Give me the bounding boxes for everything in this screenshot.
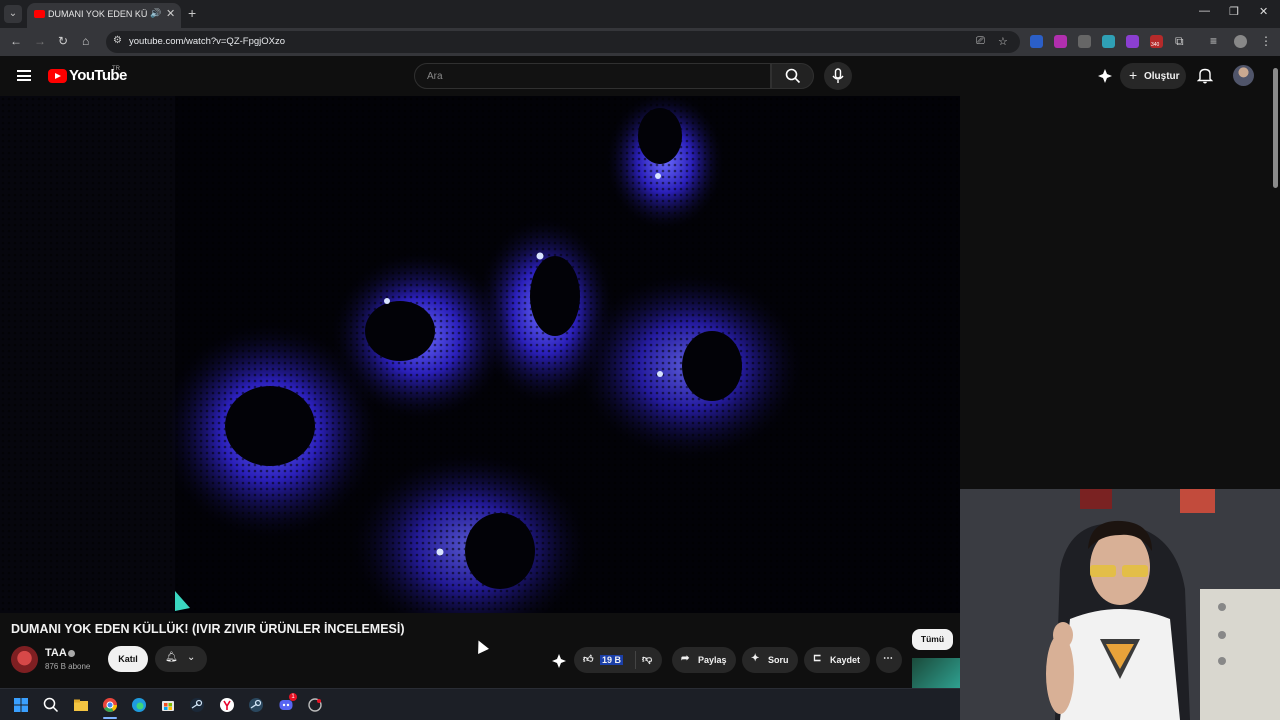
store-icon[interactable] <box>160 697 176 713</box>
like-divider <box>635 651 636 669</box>
extensions-puzzle-icon[interactable]: ⧉ <box>1175 34 1184 49</box>
webcam-image <box>960 489 1280 720</box>
create-label: Oluştur <box>1144 71 1180 82</box>
like-icon[interactable]: 👍︎ <box>583 653 593 665</box>
steam-icon-2[interactable] <box>248 697 264 713</box>
subscription-bell-button[interactable]: 🔔︎ ⌄ <box>155 646 207 672</box>
extension-4-icon[interactable] <box>1102 35 1115 48</box>
plus-icon: + <box>1129 67 1138 83</box>
channel-name[interactable]: TAA <box>45 647 67 659</box>
extension-badge: 340 <box>1151 42 1160 48</box>
yandex-icon[interactable] <box>219 697 235 713</box>
search-input[interactable]: Ara <box>414 63 771 89</box>
video-player[interactable] <box>0 96 960 613</box>
window-close-icon[interactable]: ✕ <box>1259 5 1268 18</box>
audio-playing-icon[interactable]: 🔊 <box>150 8 161 19</box>
steam-icon[interactable] <box>189 697 205 713</box>
forward-icon[interactable]: → <box>34 34 46 48</box>
scrollbar-thumb[interactable] <box>1273 68 1278 188</box>
sparkle-icon: ✦ <box>751 653 760 664</box>
save-label: Kaydet <box>830 655 861 665</box>
bell-icon: 🔔︎ <box>165 652 178 663</box>
like-dislike-group: 👍︎ 19 B 👎︎ <box>574 647 662 673</box>
share-label: Paylaş <box>698 655 727 665</box>
maximize-icon[interactable]: ❐ <box>1229 5 1239 18</box>
url-text: youtube.com/watch?v=QZ-FpgjOXzo <box>129 36 286 47</box>
search-placeholder: Ara <box>427 71 443 82</box>
country-code: TR <box>112 66 120 72</box>
extension-1-icon[interactable] <box>1030 35 1043 48</box>
verified-badge-icon <box>68 650 75 657</box>
ask-label: Soru <box>768 655 789 665</box>
chip-all[interactable]: Tümü <box>912 629 953 650</box>
chrome-active-indicator <box>103 717 117 719</box>
webcam-overlay <box>960 489 1280 720</box>
tab-search-button[interactable]: ⌄ <box>4 5 22 23</box>
youtube-logo-icon[interactable] <box>48 69 67 83</box>
address-bar[interactable]: ⚙ youtube.com/watch?v=QZ-FpgjOXzo ⎚ ☆ <box>106 31 1020 53</box>
gemini-ask-icon[interactable] <box>1097 68 1113 84</box>
edge-icon[interactable] <box>131 697 147 713</box>
discord-badge: 1 <box>289 693 297 701</box>
extension-6-icon[interactable]: 340 <box>1150 35 1163 48</box>
search-icon <box>785 68 801 84</box>
media-controls-icon[interactable]: ≡ <box>1210 34 1217 48</box>
install-app-icon[interactable]: ⎚ <box>976 35 985 48</box>
notifications-bell-icon[interactable] <box>1197 67 1213 84</box>
mouse-cursor <box>473 638 489 654</box>
video-frame <box>0 96 960 613</box>
like-count[interactable]: 19 B <box>600 655 624 665</box>
share-button[interactable]: ➦ Paylaş <box>672 647 736 673</box>
bookmark-icon: ⊏ <box>813 653 822 664</box>
tab-close-icon[interactable]: ✕ <box>166 7 175 20</box>
youtube-favicon-icon <box>34 10 45 18</box>
youtube-header: YouTube TR Ara + Oluştur <box>0 56 1270 96</box>
site-info-icon[interactable]: ⚙ <box>113 35 122 46</box>
account-avatar[interactable] <box>1233 65 1254 86</box>
gemini-ask-video-icon[interactable] <box>551 653 567 669</box>
reload-icon[interactable]: ↻ <box>58 34 68 48</box>
back-icon[interactable]: ← <box>10 34 22 48</box>
save-button[interactable]: ⊏ Kaydet <box>804 647 870 673</box>
ask-button[interactable]: ✦ Soru <box>742 647 798 673</box>
join-button[interactable]: Katıl <box>108 646 148 672</box>
windows-start-icon[interactable] <box>13 697 29 713</box>
browser-menu-icon[interactable]: ⋮ <box>1260 34 1272 48</box>
voice-search-button[interactable] <box>824 62 852 90</box>
video-title: DUMANI YOK EDEN KÜLLÜK! (IVIR ZIVIR ÜRÜN… <box>11 622 405 636</box>
extension-5-icon[interactable] <box>1126 35 1139 48</box>
hamburger-menu-icon[interactable] <box>17 70 31 81</box>
browser-toolbar: ← → ↻ ⌂ ⚙ youtube.com/watch?v=QZ-FpgjOXz… <box>0 28 1280 56</box>
create-button[interactable]: + Oluştur <box>1120 63 1186 89</box>
new-tab-button[interactable]: + <box>188 5 196 21</box>
more-actions-button[interactable]: ⋯ <box>876 647 902 673</box>
chevron-down-icon: ⌄ <box>187 652 196 663</box>
file-explorer-icon[interactable] <box>73 697 89 713</box>
extension-3-icon[interactable] <box>1078 35 1091 48</box>
browser-tab[interactable]: DUMANI YOK EDEN KÜLLÜK! (IVIR ZIVIR ÜRÜN… <box>27 3 181 28</box>
chrome-icon[interactable] <box>102 697 118 713</box>
tab-title: DUMANI YOK EDEN KÜLLÜK! (IVIR ZIVIR ÜRÜN… <box>48 9 148 19</box>
share-icon: ➦ <box>681 653 690 664</box>
profile-avatar-icon[interactable] <box>1234 35 1247 48</box>
subscriber-count: 876 B abone <box>45 662 91 671</box>
app-icon[interactable] <box>307 697 323 713</box>
home-icon[interactable]: ⌂ <box>82 34 89 48</box>
microphone-icon <box>832 68 844 83</box>
bookmark-star-icon[interactable]: ☆ <box>998 35 1008 48</box>
search-button[interactable] <box>771 63 814 89</box>
taskbar-search-icon[interactable] <box>43 697 59 713</box>
windows-taskbar: 1 <box>0 688 960 720</box>
channel-avatar[interactable] <box>11 646 38 673</box>
extension-2-icon[interactable] <box>1054 35 1067 48</box>
more-icon: ⋯ <box>883 653 893 664</box>
dislike-icon[interactable]: 👎︎ <box>642 653 652 665</box>
minimize-icon[interactable]: — <box>1199 5 1210 17</box>
related-thumbnail[interactable] <box>912 658 960 688</box>
browser-tab-strip: ⌄ DUMANI YOK EDEN KÜLLÜK! (IVIR ZIVIR ÜR… <box>0 0 1280 28</box>
